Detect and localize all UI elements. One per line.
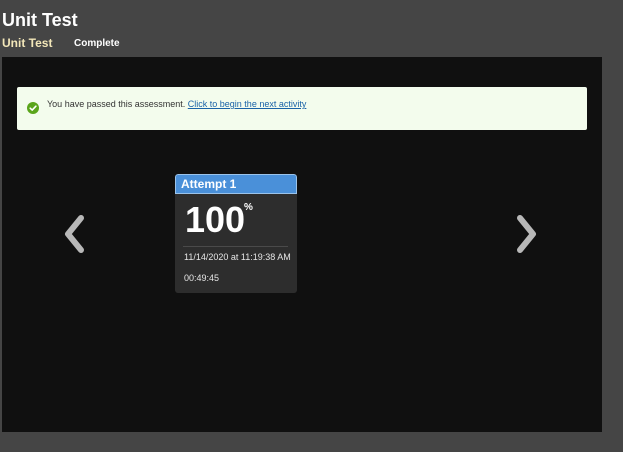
score-percent-sign: % (244, 202, 253, 213)
attempt-label: Attempt 1 (175, 174, 297, 194)
attempt-score: 100 (185, 199, 246, 240)
notice-text: You have passed this assessment. Click t… (47, 98, 306, 110)
attempt-date: 11/14/2020 at 11:19:38 AM (184, 252, 291, 262)
previous-attempt-button[interactable] (60, 214, 90, 254)
chevron-left-icon (60, 214, 90, 254)
status-label: Complete (74, 38, 120, 49)
page-title: Unit Test (2, 10, 78, 30)
page-subtitle: Unit Test (2, 36, 53, 50)
attempt-card[interactable]: Attempt 1 100 % 11/14/2020 at 11:19:38 A… (175, 174, 297, 293)
next-activity-link[interactable]: Click to begin the next activity (188, 99, 307, 109)
check-circle-icon (27, 102, 39, 114)
next-attempt-button[interactable] (511, 214, 541, 254)
card-divider (183, 246, 288, 247)
chevron-right-icon (511, 214, 541, 254)
success-notice: You have passed this assessment. Click t… (17, 87, 587, 130)
attempt-duration: 00:49:45 (184, 273, 220, 283)
attempts-panel: You have passed this assessment. Click t… (2, 57, 602, 432)
notice-message: You have passed this assessment. (47, 99, 186, 109)
